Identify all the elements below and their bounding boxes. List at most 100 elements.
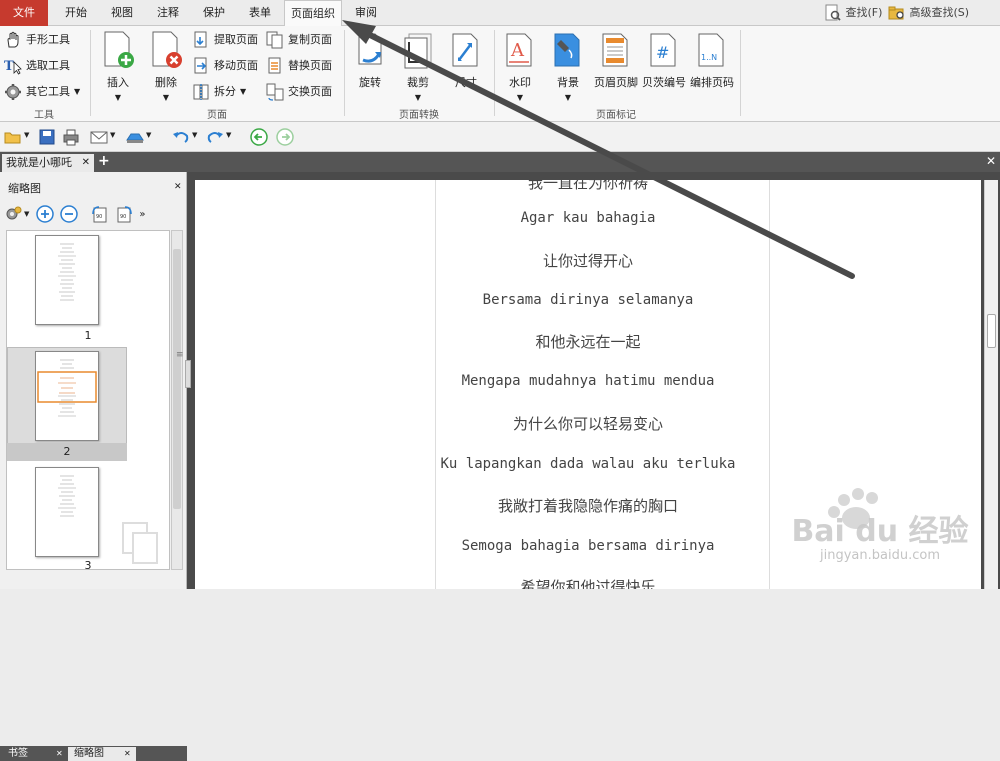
close-all-icon[interactable]: ✕: [986, 154, 996, 168]
chevron-down-icon: ▼: [240, 87, 247, 96]
gear-icon[interactable]: [4, 205, 22, 223]
chevron-down-icon[interactable]: ▼: [146, 131, 151, 139]
pages-icon: [122, 522, 158, 564]
extract-pages-button[interactable]: 提取页面: [192, 30, 258, 50]
document-tab[interactable]: 我就是小哪吒 ✕: [2, 154, 94, 172]
tab-view[interactable]: 视图: [102, 0, 142, 26]
thumbnail-preview: [58, 475, 76, 517]
insert-page-button[interactable]: 插入 ▼: [94, 30, 142, 103]
bates-label: 贝茨编号: [642, 76, 686, 89]
delete-label: 删除: [155, 76, 177, 89]
chevron-down-icon[interactable]: ▼: [24, 131, 29, 139]
chevron-down-icon: ▼: [564, 93, 572, 102]
tab-form[interactable]: 表单: [240, 0, 280, 26]
replace-page-icon: [268, 57, 281, 74]
tab-thumbnails-label: 缩略图: [74, 748, 104, 759]
menu-bar: 文件 开始 视图 注释 保护 表单 页面组织 审阅 查找(F) 高级查找(S): [0, 0, 1000, 27]
separator: [740, 30, 741, 116]
tab-bookmarks[interactable]: 书签 ✕: [2, 747, 66, 761]
thumbnail-scrollbar[interactable]: [171, 230, 183, 570]
collapse-panel-handle[interactable]: [185, 360, 191, 388]
hand-tool-button[interactable]: 手形工具: [4, 30, 70, 50]
size-button[interactable]: 尺寸: [442, 30, 490, 90]
extract-page-icon: [194, 31, 207, 48]
swap-pages-button[interactable]: 交换页面: [266, 82, 332, 102]
rotate-left-icon[interactable]: 90: [89, 204, 109, 224]
delete-page-button[interactable]: 删除 ▼: [142, 30, 190, 103]
page-number-icon: 1..N: [698, 33, 724, 67]
thumbnail-page-2[interactable]: [35, 351, 99, 441]
ribbon: 手形工具 T 选取工具 其它工具 ▼ 工具 插入 ▼ 删除 ▼ 提取页面 移动页…: [0, 26, 1000, 122]
zoom-in-icon[interactable]: [35, 204, 55, 224]
scrollbar-thumb[interactable]: [173, 249, 181, 509]
advanced-find-icon: [888, 6, 904, 20]
tab-protect[interactable]: 保护: [194, 0, 234, 26]
more-options-icon[interactable]: »: [139, 209, 145, 220]
document-tab-title: 我就是小哪吒: [6, 156, 72, 169]
back-icon[interactable]: [250, 128, 268, 146]
crop-label: 裁剪: [407, 76, 429, 89]
insert-label: 插入: [107, 76, 129, 89]
background-icon: [554, 33, 580, 67]
delete-page-icon: [152, 31, 182, 68]
save-icon[interactable]: [38, 128, 56, 146]
other-tools-button[interactable]: 其它工具 ▼: [4, 82, 80, 102]
chevron-down-icon[interactable]: ▼: [192, 131, 197, 139]
copy-page-icon: [266, 31, 283, 49]
split-button[interactable]: 拆分 ▼: [192, 82, 246, 102]
separator: [494, 30, 495, 116]
replace-pages-button[interactable]: 替换页面: [266, 56, 332, 76]
open-folder-icon[interactable]: [4, 128, 22, 146]
splitter-handle[interactable]: ≡: [176, 350, 184, 360]
watermark-label: 水印: [509, 76, 531, 89]
chevron-down-icon[interactable]: ▼: [110, 131, 115, 139]
move-pages-button[interactable]: 移动页面: [192, 56, 258, 76]
thumbnail-page-3[interactable]: [35, 467, 99, 557]
tab-thumbnails[interactable]: 缩略图 ✕: [68, 747, 136, 761]
chevron-down-icon: ▼: [414, 93, 422, 102]
add-tab-icon[interactable]: +: [98, 153, 110, 169]
page-number-label: 编排页码: [690, 76, 734, 89]
tab-page-organize[interactable]: 页面组织: [284, 0, 342, 27]
tab-review[interactable]: 审阅: [346, 0, 386, 26]
swap-page-icon: [266, 83, 284, 101]
select-tool-button[interactable]: T 选取工具: [4, 56, 70, 76]
redo-icon[interactable]: [206, 128, 224, 146]
document-scrollbar[interactable]: [984, 180, 998, 589]
svg-text:T: T: [4, 59, 14, 74]
close-icon[interactable]: ✕: [82, 154, 90, 172]
tab-home[interactable]: 开始: [56, 0, 96, 26]
header-footer-button[interactable]: 页眉页脚: [592, 30, 640, 90]
print-icon[interactable]: [62, 128, 80, 146]
rotate-right-icon[interactable]: 90: [115, 204, 135, 224]
find-label: 查找(F): [845, 6, 883, 19]
email-icon[interactable]: [90, 128, 108, 146]
close-icon[interactable]: ✕: [56, 747, 63, 761]
separator: [344, 30, 345, 116]
rotate-button[interactable]: 旋转: [346, 30, 394, 90]
close-icon[interactable]: ✕: [174, 182, 182, 192]
menu-file[interactable]: 文件: [0, 0, 48, 26]
find-button[interactable]: 查找(F): [824, 4, 882, 22]
scrollbar-thumb[interactable]: [987, 314, 996, 348]
page-number-button[interactable]: 1..N 编排页码: [688, 30, 736, 90]
tab-comment[interactable]: 注释: [148, 0, 188, 26]
hand-tool-label: 手形工具: [26, 33, 70, 46]
advanced-find-button[interactable]: 高级查找(S): [888, 4, 969, 22]
text-line: Ku lapangkan dada walau aku terluka: [440, 456, 736, 472]
bates-number-button[interactable]: # 贝茨编号: [640, 30, 688, 90]
close-icon[interactable]: ✕: [124, 747, 131, 761]
copy-pages-button[interactable]: 复制页面: [266, 30, 332, 50]
thumbnail-page-1[interactable]: [35, 235, 99, 325]
split-label: 拆分: [214, 85, 236, 98]
crop-button[interactable]: 裁剪 ▼: [394, 30, 442, 103]
zoom-out-icon[interactable]: [59, 204, 79, 224]
undo-icon[interactable]: [172, 128, 190, 146]
forward-icon[interactable]: [276, 128, 294, 146]
watermark-button[interactable]: A 水印 ▼: [496, 30, 544, 103]
document-page[interactable]: 我一直在为你祈祷 Agar kau bahagia 让你过得开心 Bersama…: [195, 180, 981, 589]
chevron-down-icon[interactable]: ▼: [24, 210, 29, 218]
background-button[interactable]: 背景 ▼: [544, 30, 592, 103]
scan-icon[interactable]: [126, 128, 144, 146]
chevron-down-icon[interactable]: ▼: [226, 131, 231, 139]
